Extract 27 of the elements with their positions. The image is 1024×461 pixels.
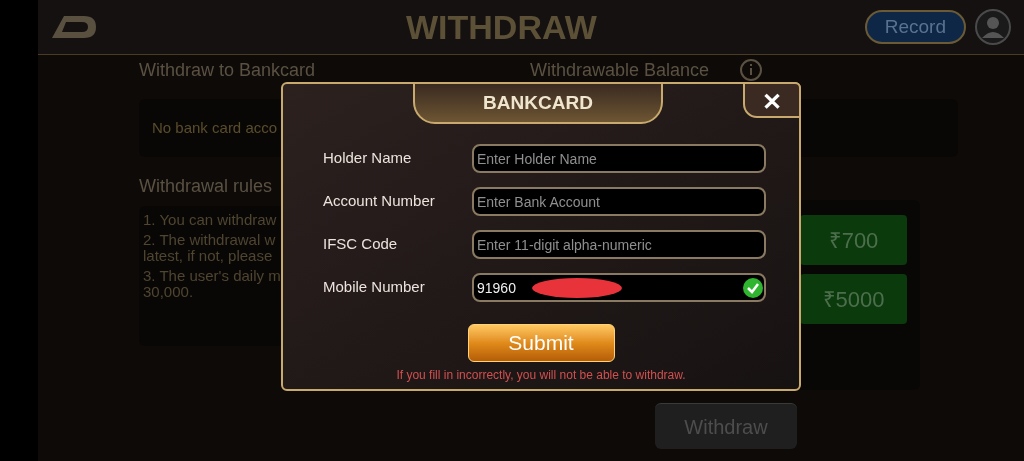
input-field[interactable]: Enter Holder Name: [472, 144, 766, 173]
field-label: IFSC Code: [323, 234, 399, 255]
rule-text: 3. The user's daily m: [143, 268, 281, 284]
input-field[interactable]: Enter 11-digit alpha-numeric: [472, 230, 766, 259]
user-avatar-icon[interactable]: [974, 8, 1012, 46]
rule-text: 30,000.: [143, 284, 194, 300]
section-title: Withdrawable Balance: [530, 58, 710, 82]
close-button[interactable]: ✕: [743, 82, 801, 118]
record-button[interactable]: Record: [864, 10, 966, 44]
field-label: Account Number: [323, 191, 436, 212]
dialog-title: BANKCARD: [483, 90, 593, 115]
rule-text: latest, if not, please: [143, 248, 273, 264]
section-title: Withdraw to Bankcard: [139, 58, 317, 82]
info-icon[interactable]: [739, 58, 764, 82]
page-title: WITHDRAW: [406, 6, 597, 48]
submit-button[interactable]: Submit: [467, 324, 615, 362]
amount-button[interactable]: ₹700: [800, 215, 907, 265]
field-label: Holder Name: [323, 148, 413, 169]
rule-text: 1. You can withdraw: [143, 212, 277, 228]
back-icon[interactable]: [50, 14, 98, 40]
field-label: Mobile Number: [323, 277, 426, 298]
input-field[interactable]: Enter Bank Account: [472, 187, 766, 216]
section-title: Withdrawal rules: [139, 175, 274, 198]
warning-text: If you fill in incorrectly, you will not be able to withdraw.: [396, 367, 686, 384]
amount-button[interactable]: ₹5000: [800, 274, 907, 324]
empty-message: No bank card acco: [152, 117, 278, 138]
rule-text: 2. The withdrawal w: [143, 232, 276, 248]
